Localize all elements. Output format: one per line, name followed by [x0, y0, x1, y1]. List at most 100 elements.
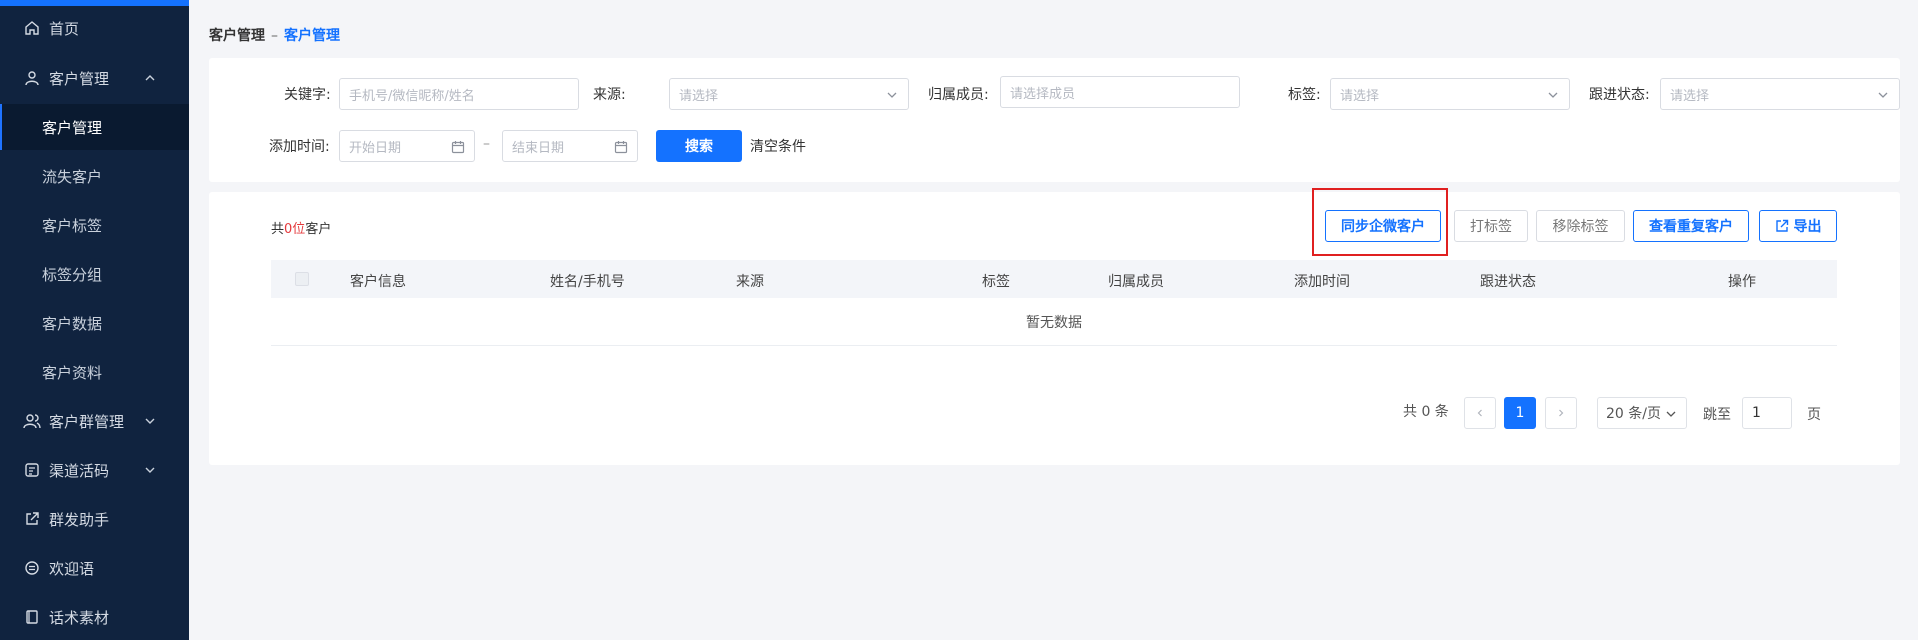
start-date-input[interactable]: 开始日期	[339, 130, 475, 162]
tag-label: 标签:	[1288, 87, 1321, 103]
breadcrumb-parent[interactable]: 客户管理	[209, 28, 265, 44]
member-placeholder: 请选择成员	[1010, 86, 1076, 102]
empty-text: 暂无数据	[1026, 314, 1082, 331]
sidebar-subitem-label: 客户管理	[42, 118, 103, 137]
sidebar-item-label: 渠道活码	[49, 461, 110, 480]
sidebar-subitem-label: 流失客户	[42, 167, 103, 186]
chevron-down-icon	[1876, 88, 1890, 102]
filter-panel: 关键字: 手机号/微信昵称/姓名 来源: 请选择 归属成员: 请选择成员 标签:…	[209, 58, 1900, 182]
column-header: 姓名/手机号	[550, 274, 625, 290]
sidebar-item-home[interactable]: 首页	[0, 8, 189, 48]
calendar-icon	[614, 140, 628, 154]
calendar-icon	[451, 140, 465, 154]
chevron-down-icon	[1546, 88, 1560, 102]
jump-page-value: 1	[1752, 405, 1761, 421]
table-header: 客户信息 姓名/手机号 来源 标签 归属成员 添加时间 跟进状态 操作	[271, 260, 1837, 298]
export-label: 导出	[1793, 219, 1822, 235]
customer-table-panel: 共0位客户 同步企微客户 打标签 移除标签 查看重复客户 导出 客户信息 姓名/…	[209, 188, 1900, 465]
table-empty-state: 暂无数据	[271, 298, 1837, 346]
follow-status-select[interactable]: 请选择	[1660, 78, 1900, 110]
view-duplicate-customers-button[interactable]: 查看重复客户	[1633, 210, 1749, 242]
export-button[interactable]: 导出	[1759, 210, 1837, 242]
column-header: 操作	[1728, 274, 1756, 290]
sidebar-item-label: 群发助手	[49, 510, 110, 529]
member-label: 归属成员:	[928, 87, 989, 103]
sidebar-item-welcome-message[interactable]: 欢迎语	[0, 548, 189, 588]
chevron-down-icon	[143, 463, 157, 477]
jump-page-input[interactable]: 1	[1742, 397, 1792, 429]
chevron-down-icon	[1664, 407, 1678, 421]
sidebar-subitem-label: 客户标签	[42, 216, 103, 235]
next-page-button[interactable]	[1545, 397, 1577, 429]
users-icon	[23, 412, 41, 430]
keyword-input[interactable]: 手机号/微信昵称/姓名	[339, 78, 579, 110]
chevron-down-icon	[885, 88, 899, 102]
external-link-icon	[1775, 219, 1789, 233]
keyword-label: 关键字:	[284, 87, 331, 103]
tag-placeholder: 请选择	[1340, 88, 1380, 104]
column-header: 标签	[982, 274, 1010, 290]
sidebar-item-mass-messaging[interactable]: 群发助手	[0, 499, 189, 539]
count-suffix: 客户	[305, 222, 332, 237]
column-header: 客户信息	[350, 274, 406, 290]
sidebar-subitem-customer-profiles[interactable]: 客户资料	[0, 349, 189, 395]
sidebar-top-accent	[0, 0, 189, 6]
clear-filters-button[interactable]: 清空条件	[750, 136, 806, 156]
home-icon	[23, 19, 41, 37]
start-date-placeholder: 开始日期	[349, 140, 402, 156]
follow-status-placeholder: 请选择	[1670, 88, 1710, 104]
search-button[interactable]: 搜索	[656, 130, 742, 162]
breadcrumb-current: 客户管理	[284, 28, 340, 44]
sidebar-item-scripts-materials[interactable]: 话术素材	[0, 597, 189, 637]
sidebar-subitem-lost-customers[interactable]: 流失客户	[0, 153, 189, 199]
qrcode-icon	[23, 461, 41, 479]
sidebar-subitem-customer-management[interactable]: 客户管理	[0, 104, 189, 150]
select-all-checkbox[interactable]	[295, 272, 309, 286]
add-tag-button[interactable]: 打标签	[1454, 210, 1528, 242]
member-select[interactable]: 请选择成员	[1000, 76, 1240, 108]
sidebar-item-customer-management[interactable]: 客户管理	[0, 58, 189, 98]
pagination-total: 共 0 条	[1403, 404, 1449, 420]
chevron-up-icon	[143, 71, 157, 85]
tag-select[interactable]: 请选择	[1330, 78, 1570, 110]
source-placeholder: 请选择	[679, 88, 719, 104]
sync-wecom-customers-button[interactable]: 同步企微客户	[1325, 210, 1441, 242]
column-header: 添加时间	[1294, 274, 1350, 290]
sidebar-subitem-label: 标签分组	[42, 265, 103, 284]
sidebar-subitem-customer-tags[interactable]: 客户标签	[0, 202, 189, 248]
chevron-down-icon	[143, 414, 157, 428]
sidebar-item-label: 客户管理	[49, 69, 110, 88]
source-select[interactable]: 请选择	[669, 78, 909, 110]
message-icon	[23, 559, 41, 577]
sidebar-item-label: 话术素材	[49, 608, 110, 627]
sidebar-item-label: 欢迎语	[49, 559, 95, 578]
external-link-icon	[23, 510, 41, 528]
jump-label: 跳至	[1703, 407, 1731, 423]
sidebar-item-label: 客户群管理	[49, 412, 125, 431]
user-icon	[23, 69, 41, 87]
sidebar-subitem-tag-groups[interactable]: 标签分组	[0, 251, 189, 297]
end-date-input[interactable]: 结束日期	[502, 130, 638, 162]
sidebar: 首页 客户管理 客户管理 流失客户 客户标签 标签分组 客户数据 客户资料 客户…	[0, 0, 189, 640]
count-prefix: 共	[271, 222, 285, 237]
customer-count: 共0位客户	[271, 218, 331, 237]
remove-tag-button[interactable]: 移除标签	[1536, 210, 1625, 242]
sidebar-item-group-management[interactable]: 客户群管理	[0, 401, 189, 441]
chevron-right-icon	[1559, 409, 1564, 417]
breadcrumb: 客户管理 – 客户管理	[209, 25, 340, 45]
book-icon	[23, 608, 41, 626]
end-date-placeholder: 结束日期	[512, 140, 565, 156]
page-size-select[interactable]: 20 条/页	[1597, 397, 1687, 429]
column-header: 归属成员	[1108, 274, 1164, 290]
column-header: 跟进状态	[1480, 274, 1536, 290]
breadcrumb-separator: –	[271, 28, 278, 44]
sidebar-subitem-customer-data[interactable]: 客户数据	[0, 300, 189, 346]
follow-status-label: 跟进状态:	[1589, 87, 1650, 103]
prev-page-button[interactable]	[1464, 397, 1496, 429]
add-time-label: 添加时间:	[269, 139, 330, 155]
page-number-button[interactable]: 1	[1504, 397, 1536, 429]
sidebar-item-channel-qrcode[interactable]: 渠道活码	[0, 450, 189, 490]
sidebar-item-label: 首页	[49, 19, 80, 38]
column-header: 来源	[736, 274, 764, 290]
count-unit: 位	[292, 222, 306, 237]
